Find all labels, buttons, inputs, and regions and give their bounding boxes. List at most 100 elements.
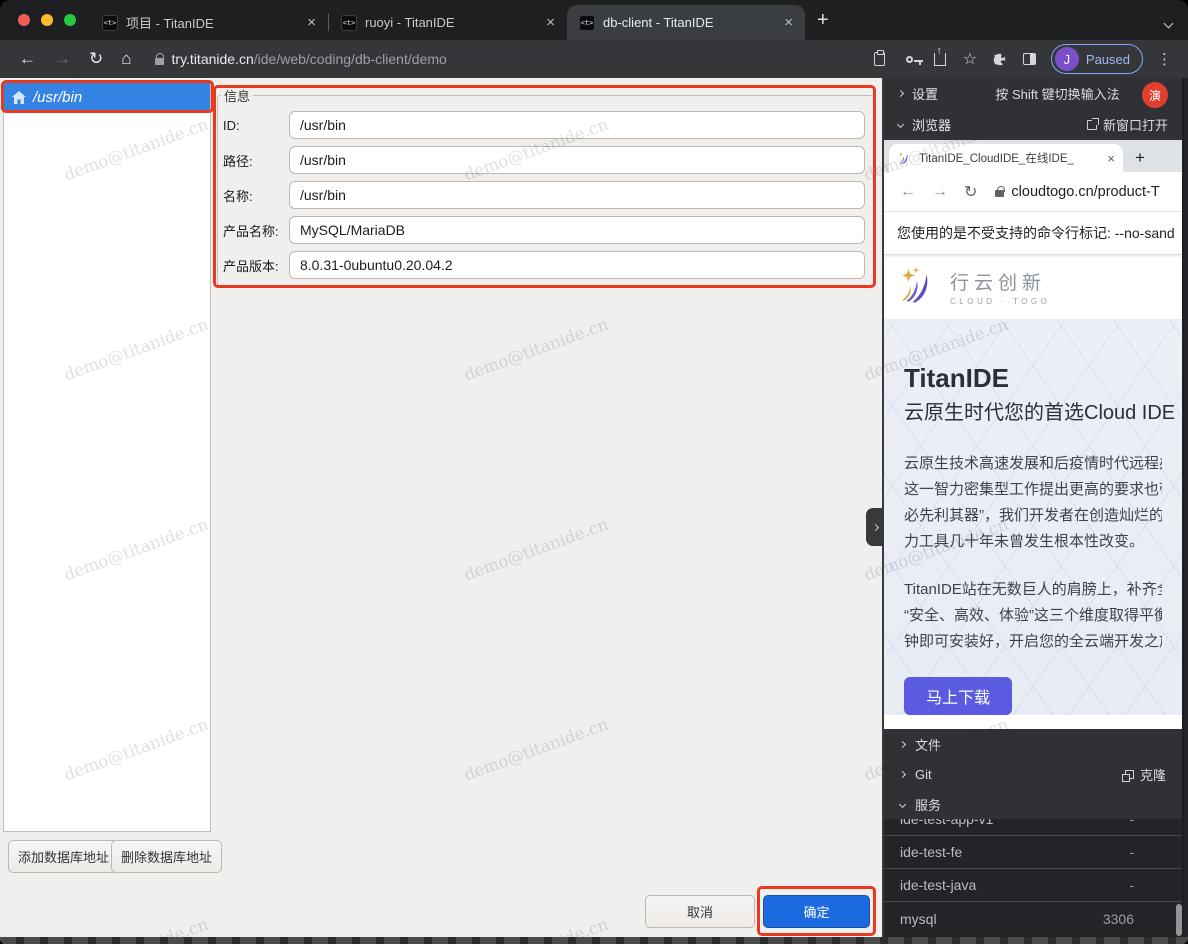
panel-collapse-handle[interactable] bbox=[866, 508, 884, 546]
panel-url-bar: ← → ↻ cloudtogo.cn/product-T bbox=[884, 172, 1182, 212]
db-client-app: /usr/bin 信息 ID: 路径: 名称: 产品名称: bbox=[0, 78, 884, 944]
tab-title: ruoyi - TitanIDE bbox=[365, 15, 536, 30]
url-domain: try.titanide.cn bbox=[172, 51, 254, 67]
panel-url-text[interactable]: cloudtogo.cn/product-T bbox=[1011, 184, 1159, 200]
panel-scrollbar-thumb[interactable] bbox=[1176, 904, 1182, 936]
services-label: 服务 bbox=[915, 795, 941, 814]
chevron-right-icon bbox=[897, 90, 904, 97]
chevron-down-icon bbox=[897, 121, 904, 128]
product-name-field[interactable] bbox=[289, 216, 865, 244]
profile-status: Paused bbox=[1086, 52, 1130, 67]
tab-title: 项目 - TitanIDE bbox=[126, 13, 297, 32]
path-field[interactable] bbox=[289, 146, 865, 174]
side-panel-icon[interactable] bbox=[1015, 53, 1045, 65]
section-services[interactable]: 服务 bbox=[884, 789, 1182, 819]
address-bar[interactable]: try.titanide.cn/ide/web/coding/db-client… bbox=[172, 51, 447, 67]
field-label: ID: bbox=[223, 118, 289, 133]
traffic-lights bbox=[0, 0, 90, 40]
tab-ruoyi[interactable]: <t> ruoyi - TitanIDE × bbox=[329, 5, 567, 40]
services-list: ide-test-app-v1 - ide-test-fe - ide-test… bbox=[884, 819, 1182, 944]
service-row[interactable]: mysql 3306 bbox=[884, 902, 1182, 935]
reload-icon[interactable]: ↻ bbox=[80, 49, 112, 69]
id-field[interactable] bbox=[289, 111, 865, 139]
service-name: mysql bbox=[900, 911, 937, 927]
browser-window: <t> 项目 - TitanIDE × <t> ruoyi - TitanIDE… bbox=[0, 0, 1188, 944]
panel-header: 设置 按 Shift 键切换输入法 浏览器 新窗口打开 演 bbox=[884, 78, 1182, 140]
service-row[interactable]: ide-test-java - bbox=[884, 869, 1182, 902]
panel-lock-icon bbox=[995, 190, 1004, 197]
service-row[interactable]: ide-test-fe - bbox=[884, 836, 1182, 869]
service-port: 3306 bbox=[1103, 911, 1134, 927]
panel-tab-cloudide[interactable]: TitanIDE_CloudIDE_在线IDE_ × bbox=[889, 144, 1123, 172]
close-panel-tab-icon[interactable]: × bbox=[1107, 151, 1115, 166]
share-icon[interactable] bbox=[925, 53, 955, 66]
titanide-favicon: <t> bbox=[341, 15, 357, 31]
ime-hint: 按 Shift 键切换输入法 bbox=[947, 84, 1168, 103]
section-files[interactable]: 文件 bbox=[884, 729, 1182, 759]
service-name: ide-test-java bbox=[900, 877, 976, 893]
window-bottom-edge bbox=[0, 937, 1188, 944]
service-port: - bbox=[1129, 819, 1134, 827]
service-port: - bbox=[1129, 844, 1134, 860]
new-tab-button[interactable]: + bbox=[805, 9, 843, 40]
profile-chip[interactable]: J Paused bbox=[1051, 44, 1143, 74]
hero-subtitle: 云原生时代您的首选Cloud IDE bbox=[904, 396, 1162, 425]
service-row[interactable]: ide-test-app-v1 - bbox=[884, 819, 1182, 836]
demo-badge[interactable]: 演 bbox=[1142, 82, 1168, 108]
maximize-window-button[interactable] bbox=[64, 14, 76, 26]
tab-db-client[interactable]: <t> db-client - TitanIDE × bbox=[567, 5, 805, 40]
home-icon[interactable]: ⌂ bbox=[112, 49, 140, 69]
back-icon[interactable]: ← bbox=[10, 49, 45, 69]
clone-label: 克隆 bbox=[1140, 765, 1166, 784]
panel-reload-icon[interactable]: ↻ bbox=[956, 182, 985, 202]
panel-new-tab-button[interactable]: + bbox=[1123, 148, 1159, 172]
panel-back-icon[interactable]: ← bbox=[892, 183, 924, 201]
settings-row[interactable]: 设置 按 Shift 键切换输入法 bbox=[884, 78, 1182, 109]
service-name: ide-test-fe bbox=[900, 844, 962, 860]
service-name: ide-test-app-v1 bbox=[900, 819, 993, 827]
titanide-favicon: <t> bbox=[579, 15, 595, 31]
git-clone-button[interactable]: 克隆 bbox=[1125, 765, 1166, 784]
close-tab-icon[interactable]: × bbox=[305, 14, 318, 31]
hero-paragraph-1: 云原生技术高速发展和后疫情时代远程办公等趋 这一智力密集型工作提出更高的要求也带… bbox=[904, 451, 1162, 555]
clone-icon bbox=[1125, 770, 1134, 779]
field-label: 产品名称: bbox=[223, 221, 289, 240]
open-new-window-label: 新窗口打开 bbox=[1103, 115, 1168, 134]
field-label: 名称: bbox=[223, 186, 289, 205]
home-icon bbox=[12, 91, 26, 104]
form-row-name: 名称: bbox=[223, 181, 865, 209]
menu-kebab-icon[interactable]: ⋮ bbox=[1149, 50, 1178, 68]
forward-icon[interactable]: → bbox=[45, 49, 80, 69]
close-tab-icon[interactable]: × bbox=[544, 14, 557, 31]
form-row-product-version: 产品版本: bbox=[223, 251, 865, 279]
close-tab-icon[interactable]: × bbox=[782, 14, 795, 31]
name-field[interactable] bbox=[289, 181, 865, 209]
clipboard-icon[interactable] bbox=[865, 52, 895, 66]
logo-text: 行云创新 CLOUD · TOGO bbox=[950, 268, 1050, 306]
browser-toolbar: ← → ↻ ⌂ try.titanide.cn/ide/web/coding/d… bbox=[0, 40, 1188, 78]
avatar: J bbox=[1055, 47, 1079, 71]
settings-label: 设置 bbox=[912, 84, 938, 103]
add-database-button[interactable]: 添加数据库地址 bbox=[8, 840, 119, 873]
tab-project[interactable]: <t> 项目 - TitanIDE × bbox=[90, 5, 328, 40]
database-list-item-usr-bin[interactable]: /usr/bin bbox=[4, 83, 210, 112]
product-version-field[interactable] bbox=[289, 251, 865, 279]
tab-title: db-client - TitanIDE bbox=[603, 15, 774, 30]
extensions-puzzle-icon[interactable] bbox=[985, 52, 1015, 67]
bookmark-star-icon[interactable]: ☆ bbox=[955, 49, 985, 69]
cancel-button[interactable]: 取消 bbox=[645, 895, 755, 928]
tab-search-chevron-icon[interactable] bbox=[1165, 14, 1172, 32]
confirm-button[interactable]: 确定 bbox=[763, 895, 870, 928]
download-button[interactable]: 马上下载 bbox=[904, 677, 1012, 715]
section-git[interactable]: Git 克隆 bbox=[884, 759, 1182, 789]
panel-forward-icon[interactable]: → bbox=[924, 183, 956, 201]
remove-database-button[interactable]: 删除数据库地址 bbox=[111, 840, 222, 873]
password-key-icon[interactable] bbox=[895, 56, 925, 63]
window-right-edge bbox=[1184, 78, 1188, 944]
lock-icon[interactable] bbox=[155, 58, 164, 65]
titanide-side-panel: 设置 按 Shift 键切换输入法 浏览器 新窗口打开 演 bbox=[884, 78, 1182, 944]
browser-row[interactable]: 浏览器 新窗口打开 bbox=[884, 109, 1182, 140]
close-window-button[interactable] bbox=[18, 14, 30, 26]
minimize-window-button[interactable] bbox=[41, 14, 53, 26]
open-new-window-button[interactable]: 新窗口打开 bbox=[1087, 115, 1168, 134]
